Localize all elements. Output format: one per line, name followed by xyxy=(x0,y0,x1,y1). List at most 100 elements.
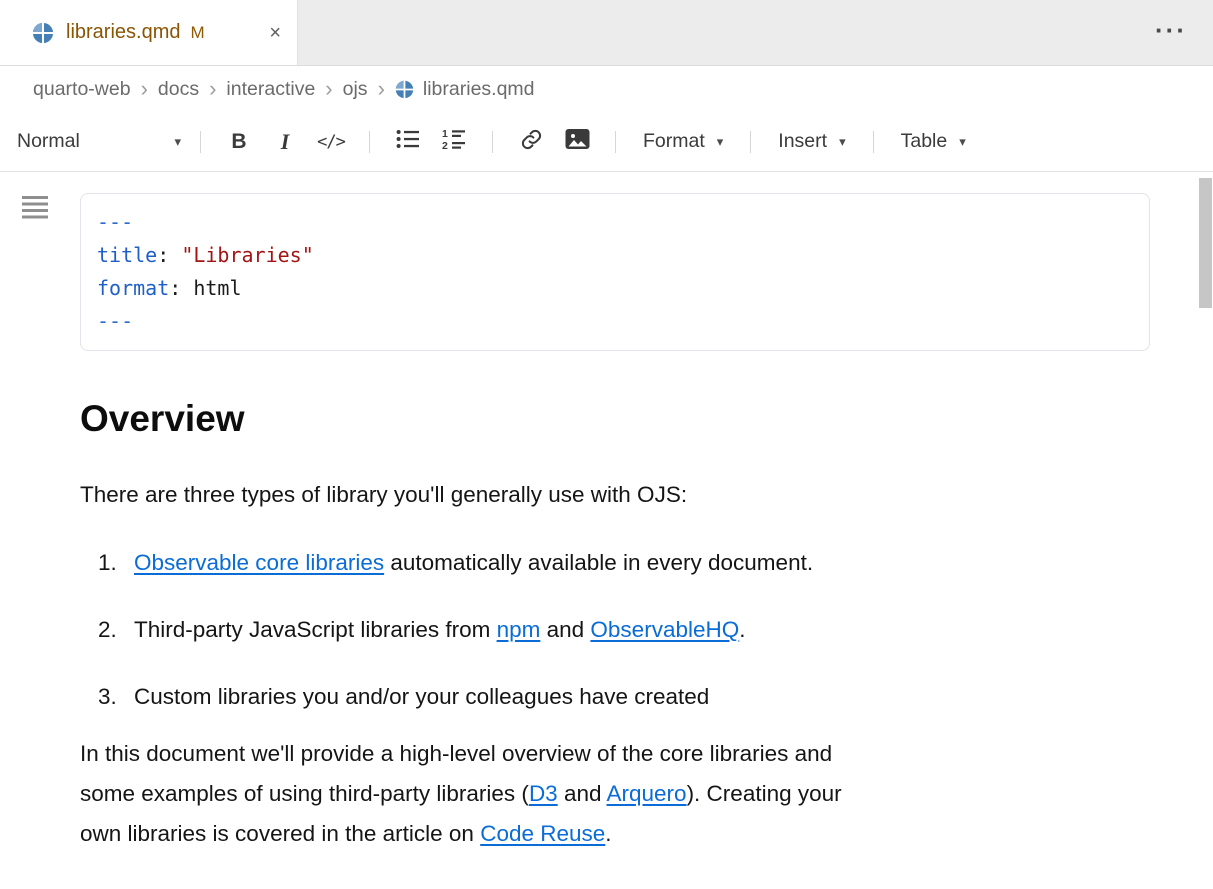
list-item-text: automatically available in every documen… xyxy=(384,550,813,575)
list-number: 1. xyxy=(98,550,122,576)
breadcrumb: quarto-web › docs › interactive › ojs › … xyxy=(0,66,1213,112)
outline-icon xyxy=(22,209,49,224)
chevron-right-icon: › xyxy=(141,78,148,100)
svg-text:2: 2 xyxy=(442,140,448,150)
list-item-text: Custom libraries you and/or your colleag… xyxy=(134,684,709,709)
library-types-list: 1. Observable core libraries automatical… xyxy=(80,550,1150,710)
chevron-right-icon: › xyxy=(325,78,332,100)
link-icon xyxy=(520,128,543,156)
code-icon: </> xyxy=(317,132,345,152)
paragraph-text: In this document we'll provide a high-le… xyxy=(80,741,832,766)
tab-title: libraries.qmd xyxy=(66,21,180,44)
paragraph-text: and xyxy=(558,781,607,806)
numbered-list-button[interactable]: 1 2 xyxy=(431,122,477,162)
tab-bar: libraries.qmd M × ··· xyxy=(0,0,1213,66)
yaml-delimiter: --- xyxy=(97,309,133,333)
yaml-title-key: title xyxy=(97,243,157,267)
list-item-1[interactable]: 1. Observable core libraries automatical… xyxy=(98,550,1150,576)
italic-button[interactable]: I xyxy=(262,122,308,162)
closing-paragraph[interactable]: In this document we'll provide a high-le… xyxy=(80,734,1150,854)
close-tab-icon[interactable]: × xyxy=(269,23,281,43)
list-item-3[interactable]: 3. Custom libraries you and/or your coll… xyxy=(98,684,1150,710)
breadcrumb-item-file[interactable]: libraries.qmd xyxy=(395,78,535,101)
yaml-line: --- xyxy=(97,305,1133,338)
format-menu[interactable]: Format ▾ xyxy=(631,130,735,153)
breadcrumb-file-label: libraries.qmd xyxy=(423,78,535,101)
toolbar-divider xyxy=(369,131,370,153)
yaml-line: --- xyxy=(97,206,1133,239)
yaml-front-matter-block[interactable]: --- title: "Libraries" format: html --- xyxy=(80,193,1150,351)
paragraph-line: some examples of using third-party libra… xyxy=(80,774,1150,814)
intro-paragraph[interactable]: There are three types of library you'll … xyxy=(80,481,1150,508)
italic-icon: I xyxy=(281,129,290,155)
list-item-text: Third-party JavaScript libraries from xyxy=(134,617,497,642)
link-arquero[interactable]: Arquero xyxy=(607,781,687,806)
format-menu-label: Format xyxy=(643,130,705,153)
scrollbar-thumb[interactable] xyxy=(1199,178,1212,308)
editor-content: --- title: "Libraries" format: html --- … xyxy=(0,172,1213,887)
yaml-title-value: "Libraries" xyxy=(181,243,313,267)
paragraph-line: own libraries is covered in the article … xyxy=(80,814,1150,854)
table-menu-label: Table xyxy=(901,130,948,153)
yaml-line: format: html xyxy=(97,272,1133,305)
chevron-down-icon: ▾ xyxy=(959,135,966,148)
chevron-down-icon: ▾ xyxy=(717,135,724,148)
image-button[interactable] xyxy=(554,122,600,162)
paragraph-text: own libraries is covered in the article … xyxy=(80,821,480,846)
insert-menu[interactable]: Insert ▾ xyxy=(766,130,857,153)
yaml-format-value: html xyxy=(193,276,241,300)
breadcrumb-item-quarto-web[interactable]: quarto-web xyxy=(33,78,131,101)
breadcrumb-item-docs[interactable]: docs xyxy=(158,78,199,101)
paragraph-text: ). Creating your xyxy=(687,781,842,806)
insert-menu-label: Insert xyxy=(778,130,827,153)
image-icon xyxy=(565,128,590,155)
yaml-delimiter: --- xyxy=(97,210,133,234)
breadcrumb-item-interactive[interactable]: interactive xyxy=(226,78,315,101)
link-npm[interactable]: npm xyxy=(497,617,541,642)
chevron-down-icon: ▾ xyxy=(839,135,846,148)
numbered-list-icon: 1 2 xyxy=(442,128,467,155)
toolbar-divider xyxy=(200,131,201,153)
code-button[interactable]: </> xyxy=(308,122,354,162)
list-item-text: and xyxy=(540,617,590,642)
yaml-colon: : xyxy=(157,243,181,267)
quarto-icon xyxy=(32,22,54,44)
bullet-list-icon xyxy=(396,129,420,154)
yaml-line: title: "Libraries" xyxy=(97,239,1133,272)
toolbar-divider xyxy=(750,131,751,153)
tab-libraries-qmd[interactable]: libraries.qmd M × xyxy=(0,0,298,65)
list-item-2[interactable]: 2. Third-party JavaScript libraries from… xyxy=(98,617,1150,643)
chevron-right-icon: › xyxy=(209,78,216,100)
list-number: 3. xyxy=(98,684,122,710)
bold-icon: B xyxy=(231,130,246,154)
link-d3[interactable]: D3 xyxy=(529,781,558,806)
list-number: 2. xyxy=(98,617,122,643)
paragraph-text: . xyxy=(605,821,611,846)
chevron-right-icon: › xyxy=(378,78,385,100)
paragraph-line: In this document we'll provide a high-le… xyxy=(80,734,1150,774)
paragraph-style-select[interactable]: Normal ▾ xyxy=(17,130,185,153)
outline-toggle-button[interactable] xyxy=(22,196,49,224)
yaml-format-key: format xyxy=(97,276,169,300)
formatting-toolbar: Normal ▾ B I </> 1 2 xyxy=(0,112,1213,172)
paragraph-style-value: Normal xyxy=(17,130,80,153)
toolbar-divider xyxy=(615,131,616,153)
bullet-list-button[interactable] xyxy=(385,122,431,162)
yaml-colon: : xyxy=(169,276,193,300)
link-button[interactable] xyxy=(508,122,554,162)
modified-badge: M xyxy=(190,23,204,43)
paragraph-text: some examples of using third-party libra… xyxy=(80,781,529,806)
heading-overview[interactable]: Overview xyxy=(80,397,1150,441)
link-code-reuse[interactable]: Code Reuse xyxy=(480,821,605,846)
toolbar-divider xyxy=(492,131,493,153)
list-item-text: . xyxy=(739,617,745,642)
link-observable-core-libraries[interactable]: Observable core libraries xyxy=(134,550,384,575)
breadcrumb-item-ojs[interactable]: ojs xyxy=(343,78,368,101)
link-observablehq[interactable]: ObservableHQ xyxy=(590,617,739,642)
table-menu[interactable]: Table ▾ xyxy=(889,130,978,153)
svg-text:1: 1 xyxy=(442,128,448,140)
toolbar-divider xyxy=(873,131,874,153)
bold-button[interactable]: B xyxy=(216,122,262,162)
more-actions-button[interactable]: ··· xyxy=(1155,15,1187,46)
quarto-icon xyxy=(395,80,414,99)
